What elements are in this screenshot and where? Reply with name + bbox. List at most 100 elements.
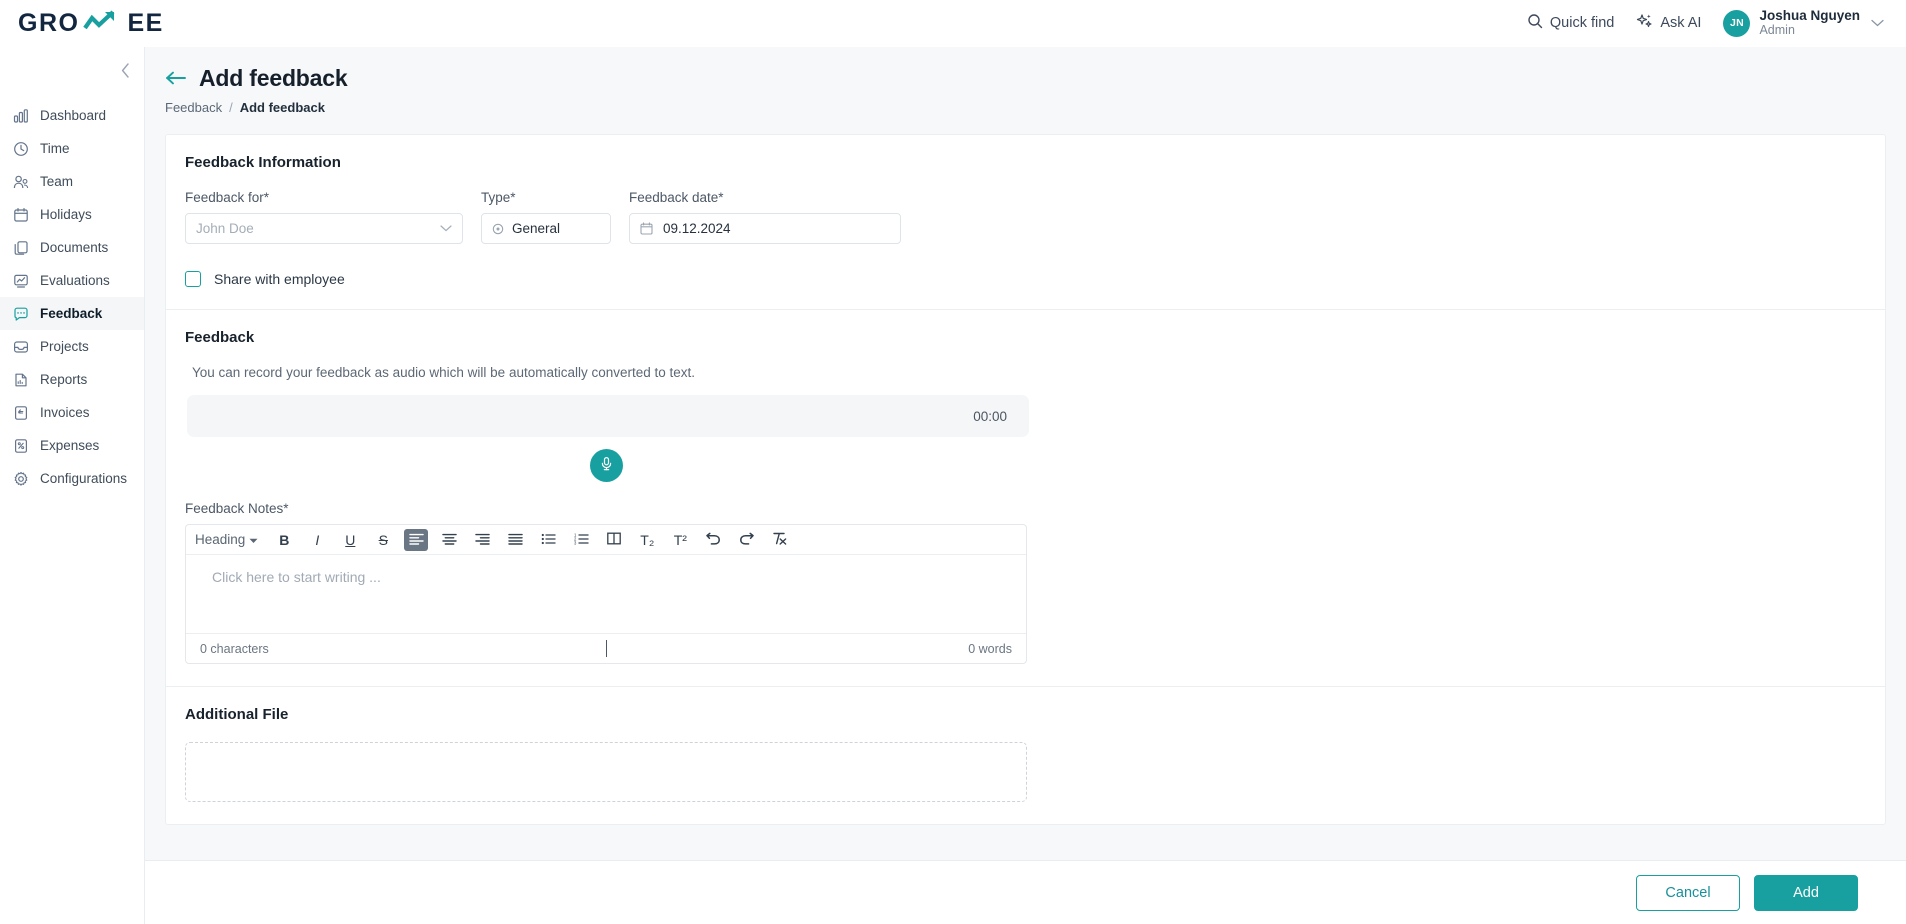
breadcrumb-current: Add feedback xyxy=(239,100,325,115)
align-left-icon xyxy=(409,532,424,548)
strikethrough-button[interactable]: S xyxy=(371,529,395,551)
sidebar-item-configurations[interactable]: Configurations xyxy=(0,462,144,495)
type-field: Type* General xyxy=(481,190,611,244)
svg-text:3: 3 xyxy=(574,540,577,544)
clear-formatting-button[interactable] xyxy=(767,529,791,551)
numbered-list-icon: 123 xyxy=(574,532,589,548)
add-button[interactable]: Add xyxy=(1754,874,1858,911)
avatar: JN xyxy=(1723,9,1751,37)
sidebar-item-label: Reports xyxy=(40,372,88,387)
chevron-down-icon xyxy=(1871,16,1884,30)
align-center-button[interactable] xyxy=(437,529,461,551)
feedback-date-value: 09.12.2024 xyxy=(663,221,731,236)
chat-bubble-icon xyxy=(12,305,29,322)
heading-dropdown[interactable]: Heading xyxy=(195,529,258,551)
superscript-button[interactable]: T² xyxy=(668,529,692,551)
growth-arrow-icon xyxy=(83,8,123,39)
record-audio-button[interactable] xyxy=(589,449,623,482)
subscript-button[interactable]: T₂ xyxy=(635,529,659,551)
feedback-for-placeholder: John Doe xyxy=(196,221,254,236)
form-fields-row: Feedback for* John Doe Type* General Fee… xyxy=(185,190,1866,244)
quick-find-label: Quick find xyxy=(1549,15,1615,31)
word-count: 0 words xyxy=(968,641,1012,656)
share-with-employee-checkbox[interactable] xyxy=(185,271,201,287)
sidebar-item-feedback[interactable]: Feedback xyxy=(0,297,144,330)
editor-footer: 0 characters 0 words xyxy=(186,633,1026,663)
align-justify-button[interactable] xyxy=(503,529,527,551)
sidebar-item-label: Dashboard xyxy=(40,108,107,123)
italic-icon: I xyxy=(315,531,320,548)
title-row: Add feedback xyxy=(165,65,1906,92)
top-bar: GRO EE Quick find Ask AI JN Joshua Nguye… xyxy=(0,0,1906,47)
sidebar-item-reports[interactable]: Reports xyxy=(0,363,144,396)
documents-icon xyxy=(12,239,29,256)
additional-file-section: Additional File xyxy=(166,686,1885,824)
sidebar-item-holidays[interactable]: Holidays xyxy=(0,198,144,231)
type-label: Type* xyxy=(481,190,516,205)
editor-body[interactable]: Click here to start writing ... xyxy=(186,555,1026,633)
audio-recorder-bar[interactable]: 00:00 xyxy=(187,395,1029,437)
sidebar-collapse-button[interactable] xyxy=(116,61,134,79)
calendar-icon xyxy=(12,206,29,223)
feedback-notes-label: Feedback Notes* xyxy=(185,501,289,516)
character-count: 0 characters xyxy=(200,641,269,656)
page-title: Add feedback xyxy=(199,65,348,91)
sidebar-item-label: Feedback xyxy=(40,306,103,321)
users-icon xyxy=(12,173,29,190)
calendar-icon xyxy=(640,222,653,235)
sidebar-item-evaluations[interactable]: Evaluations xyxy=(0,264,144,297)
breadcrumb: Feedback / Add feedback xyxy=(165,100,1906,115)
logo-text-left: GRO xyxy=(18,8,80,37)
sidebar-item-projects[interactable]: Projects xyxy=(0,330,144,363)
sidebar-item-time[interactable]: Time xyxy=(0,132,144,165)
underline-icon: U xyxy=(345,531,356,548)
invoice-icon xyxy=(12,404,29,421)
sidebar-item-label: Configurations xyxy=(40,471,128,486)
file-dropzone[interactable] xyxy=(185,742,1027,802)
columns-button[interactable] xyxy=(602,529,626,551)
cancel-button[interactable]: Cancel xyxy=(1636,874,1740,911)
feedback-information-section: Feedback Information Feedback for* John … xyxy=(166,135,1885,309)
feedback-date-input[interactable]: 09.12.2024 xyxy=(629,213,901,244)
section-title: Feedback xyxy=(185,329,255,346)
chevron-down-icon xyxy=(440,225,452,232)
align-right-button[interactable] xyxy=(470,529,494,551)
feedback-date-field: Feedback date* 09.12.2024 xyxy=(629,190,901,244)
type-value: General xyxy=(512,221,561,236)
bullet-list-button[interactable] xyxy=(536,529,560,551)
sidebar-item-expenses[interactable]: Expenses xyxy=(0,429,144,462)
feedback-for-select[interactable]: John Doe xyxy=(185,213,463,244)
italic-button[interactable]: I xyxy=(305,529,329,551)
feedback-form-card: Feedback Information Feedback for* John … xyxy=(165,134,1886,825)
user-menu[interactable]: JN Joshua Nguyen Admin xyxy=(1723,8,1884,38)
caret-down-icon xyxy=(249,532,258,547)
align-left-button[interactable] xyxy=(404,528,429,551)
underline-button[interactable]: U xyxy=(338,529,362,551)
user-name: Joshua Nguyen xyxy=(1759,8,1860,23)
main-content: Add feedback Feedback / Add feedback Fee… xyxy=(145,47,1906,924)
redo-button[interactable] xyxy=(734,529,758,551)
breadcrumb-parent[interactable]: Feedback xyxy=(165,100,222,115)
sidebar-item-team[interactable]: Team xyxy=(0,165,144,198)
bar-chart-icon xyxy=(12,107,29,124)
user-role: Admin xyxy=(1759,23,1795,37)
share-with-employee-label: Share with employee xyxy=(214,271,345,287)
back-arrow-icon[interactable] xyxy=(165,69,187,89)
sidebar-item-invoices[interactable]: Invoices xyxy=(0,396,144,429)
inbox-icon xyxy=(12,338,29,355)
app-logo[interactable]: GRO EE xyxy=(18,8,164,39)
quick-find-button[interactable]: Quick find xyxy=(1527,13,1614,33)
strikethrough-icon: S xyxy=(378,531,388,548)
bold-button[interactable]: B xyxy=(272,529,296,551)
undo-button[interactable] xyxy=(701,529,725,551)
ask-ai-button[interactable]: Ask AI xyxy=(1636,13,1701,34)
sidebar-item-dashboard[interactable]: Dashboard xyxy=(0,99,144,132)
bullet-list-icon xyxy=(541,532,556,548)
type-select[interactable]: General xyxy=(481,213,611,244)
sidebar-item-documents[interactable]: Documents xyxy=(0,231,144,264)
form-action-bar: Cancel Add xyxy=(145,860,1906,924)
numbered-list-button[interactable]: 123 xyxy=(569,529,593,551)
align-right-icon xyxy=(475,532,490,548)
heading-label: Heading xyxy=(195,532,246,547)
sidebar-item-label: Holidays xyxy=(40,207,92,222)
